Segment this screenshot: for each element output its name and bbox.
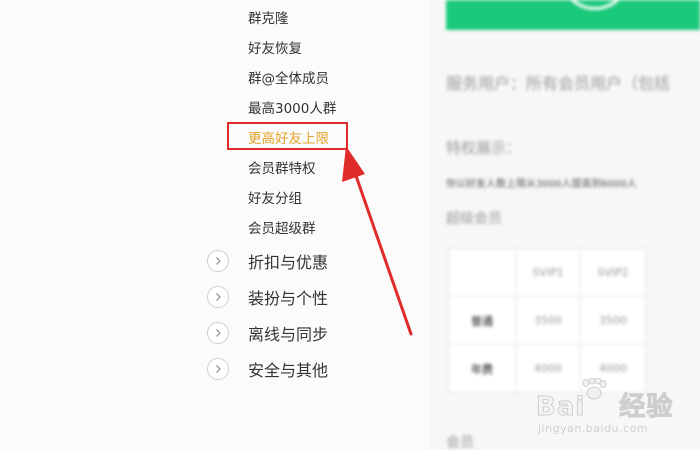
watermark-brand: Bai 经验 <box>535 386 674 423</box>
watermark-brand-left: Bai <box>535 392 586 423</box>
watermark-brand-right: 经验 <box>619 392 674 423</box>
baidu-jingyan-watermark: Bai 经验 jingyan.baidu.com <box>535 378 686 438</box>
watermark-url: jingyan.baidu.com <box>538 422 649 435</box>
